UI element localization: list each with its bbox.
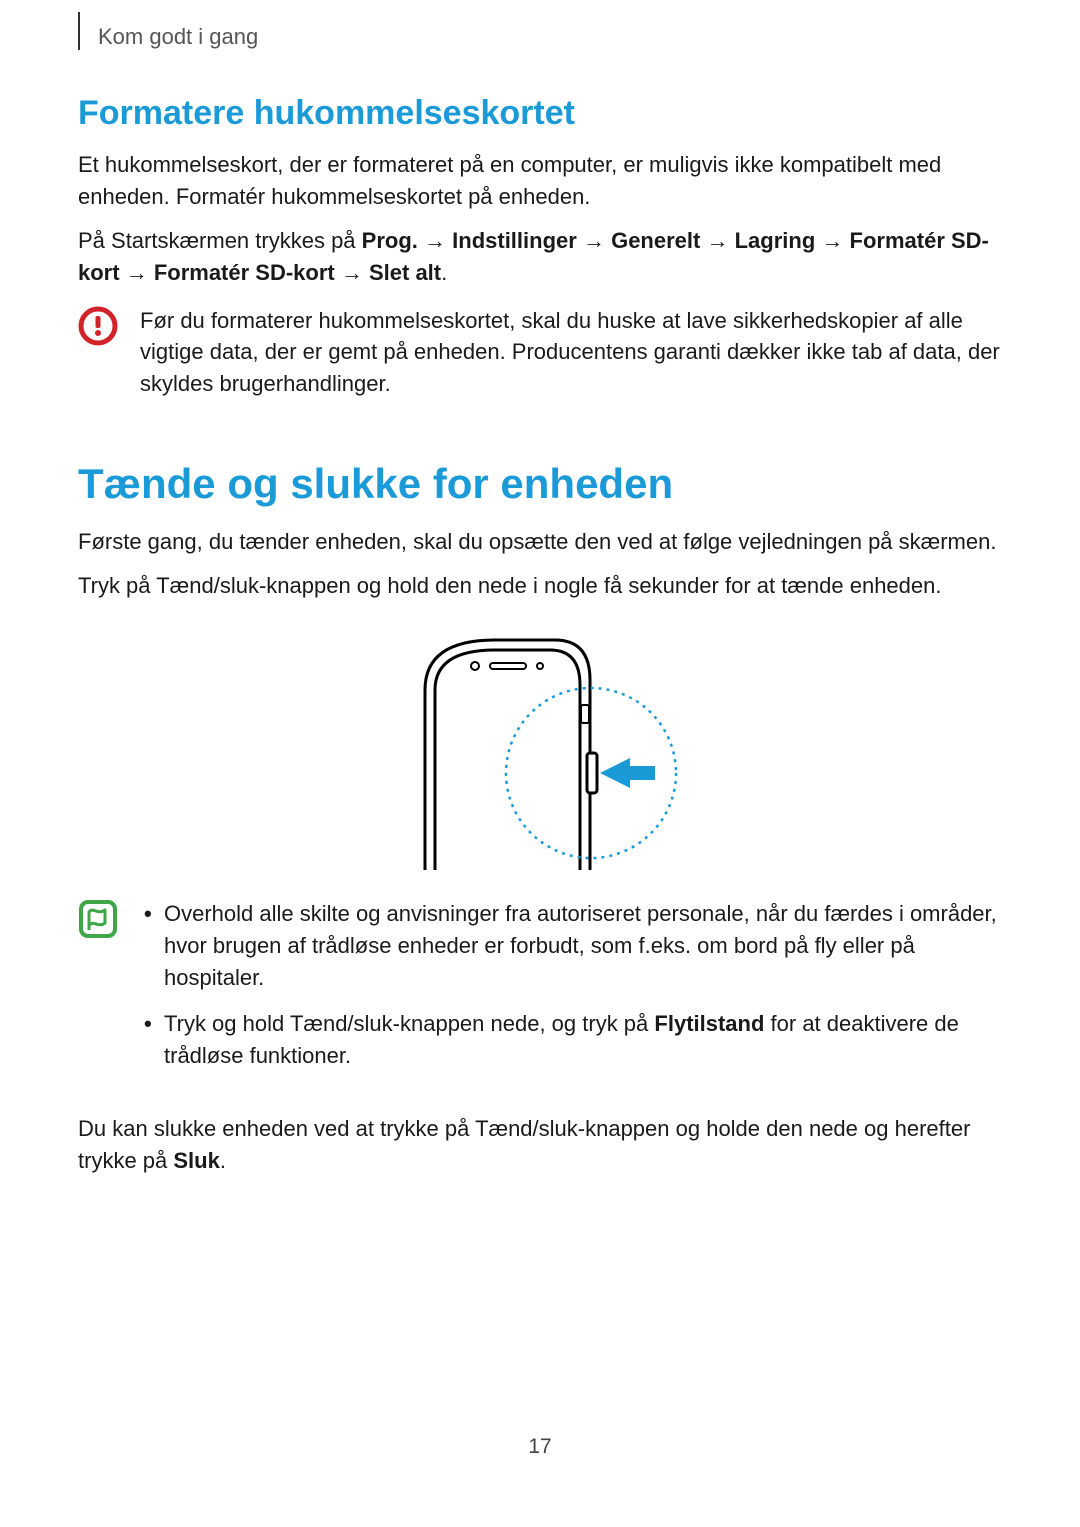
device-illustration bbox=[78, 630, 1002, 870]
p3-post: . bbox=[220, 1148, 226, 1173]
warning-callout: Før du formaterer hukommelseskortet, ska… bbox=[78, 305, 1002, 401]
arrow-icon: → bbox=[821, 228, 843, 253]
arrow-icon: → bbox=[341, 260, 363, 285]
arrow-icon: → bbox=[424, 228, 446, 253]
breadcrumb: Kom godt i gang bbox=[98, 24, 258, 50]
format-card-path: På Startskærmen trykkes på Prog. → Indst… bbox=[78, 225, 1002, 289]
path-formater-sd-2: Formatér SD-kort bbox=[154, 260, 335, 285]
format-card-intro: Et hukommelseskort, der er formateret på… bbox=[78, 149, 1002, 213]
path-prog: Prog. bbox=[362, 228, 418, 253]
heading-power-device: Tænde og slukke for enheden bbox=[78, 460, 1002, 508]
path-prefix: På Startskærmen trykkes på bbox=[78, 228, 362, 253]
path-lagring: Lagring bbox=[735, 228, 816, 253]
page-header: Kom godt i gang bbox=[78, 12, 1002, 50]
note-callout: Overhold alle skilte og anvisninger fra … bbox=[78, 898, 1002, 1085]
note-list: Overhold alle skilte og anvisninger fra … bbox=[140, 898, 1002, 1085]
arrow-icon: → bbox=[126, 260, 148, 285]
path-generelt: Generelt bbox=[611, 228, 700, 253]
note-item-1: Overhold alle skilte og anvisninger fra … bbox=[164, 901, 997, 990]
heading-format-card: Formatere hukommelseskortet bbox=[78, 94, 1002, 133]
power-p1: Første gang, du tænder enheden, skal du … bbox=[78, 526, 1002, 558]
warning-icon bbox=[78, 306, 118, 401]
power-p3: Du kan slukke enheden ved at trykke på T… bbox=[78, 1113, 1002, 1177]
path-indstillinger: Indstillinger bbox=[452, 228, 577, 253]
p3-bold: Sluk bbox=[173, 1148, 219, 1173]
arrow-icon: → bbox=[583, 228, 605, 253]
list-item: Tryk og hold Tænd/sluk-knappen nede, og … bbox=[140, 1008, 1002, 1072]
arrow-icon: → bbox=[706, 228, 728, 253]
note-item-2-pre: Tryk og hold Tænd/sluk-knappen nede, og … bbox=[164, 1011, 654, 1036]
warning-text: Før du formaterer hukommelseskortet, ska… bbox=[140, 305, 1002, 401]
list-item: Overhold alle skilte og anvisninger fra … bbox=[140, 898, 1002, 994]
power-p2: Tryk på Tænd/sluk-knappen og hold den ne… bbox=[78, 570, 1002, 602]
page-number: 17 bbox=[0, 1435, 1080, 1459]
note-icon bbox=[78, 899, 118, 1085]
note-item-2-bold: Flytilstand bbox=[654, 1011, 764, 1036]
path-slet-alt: Slet alt bbox=[369, 260, 441, 285]
